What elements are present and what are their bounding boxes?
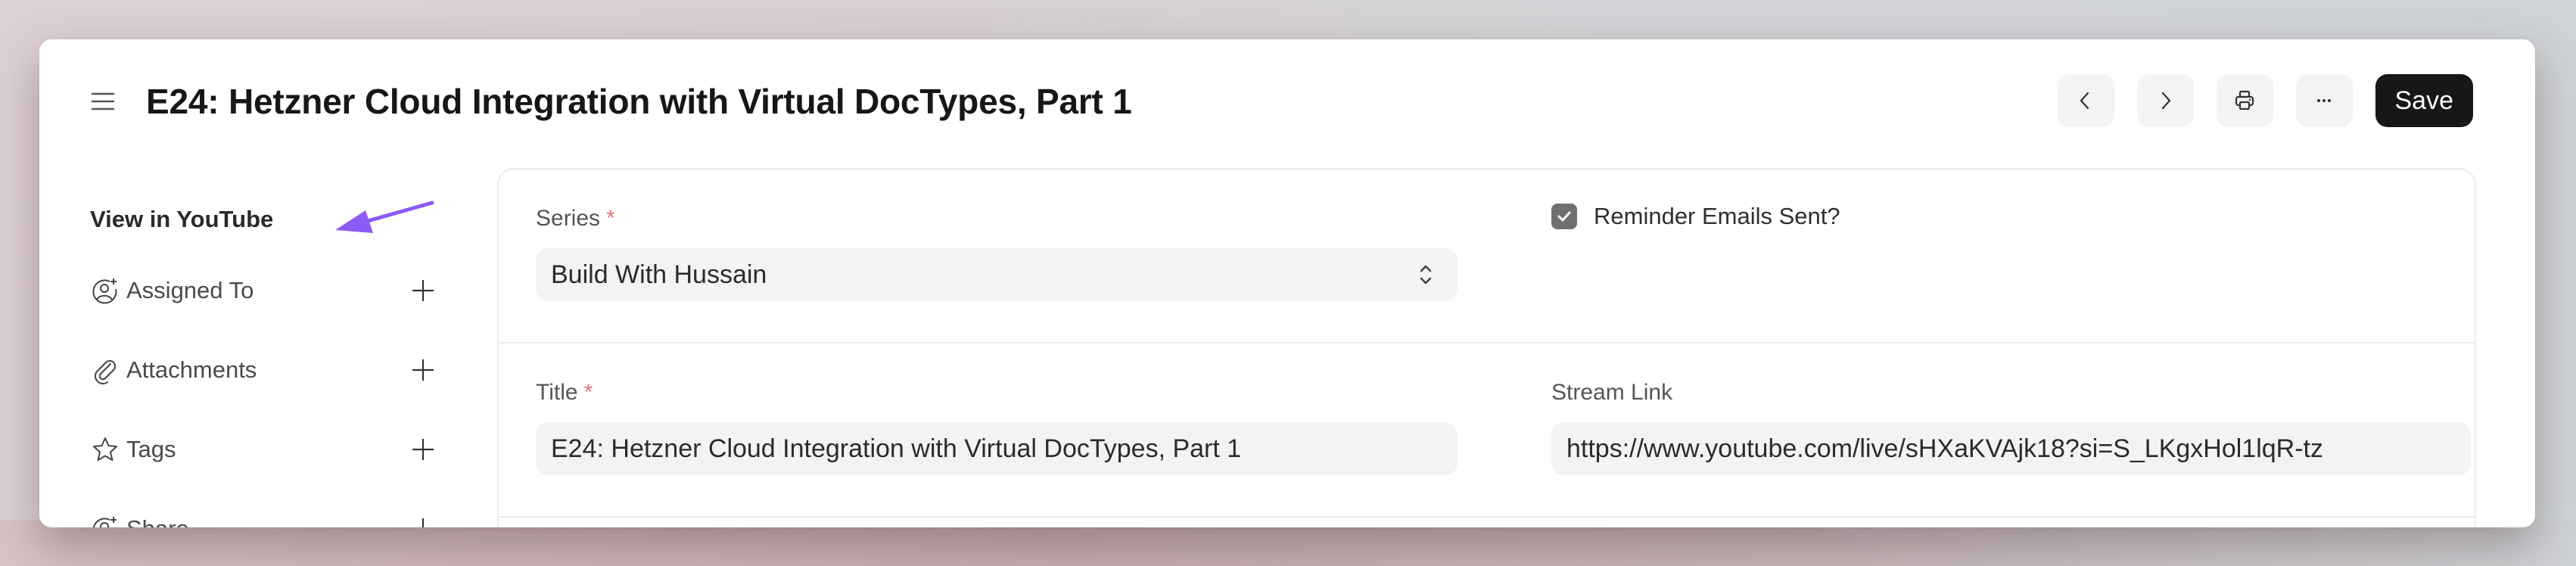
- stream-link-input[interactable]: https://www.youtube.com/live/sHXaKVAjk18…: [1551, 422, 2471, 475]
- title-value: E24: Hetzner Cloud Integration with Virt…: [551, 434, 1242, 463]
- user-add-icon: [92, 517, 117, 527]
- chevron-right-icon: [2161, 92, 2171, 110]
- toolbar: Save: [2057, 74, 2473, 127]
- background: [0, 521, 2576, 566]
- user-add-icon: [92, 278, 117, 304]
- more-button[interactable]: [2295, 74, 2353, 127]
- sidebar-item-label: Tags: [126, 436, 176, 462]
- annotation-arrow-icon: [335, 201, 434, 233]
- sidebar-item-assigned-to[interactable]: Assigned To: [90, 272, 434, 309]
- stream-link-value: https://www.youtube.com/live/sHXaKVAjk18…: [1566, 434, 2323, 463]
- checkmark-icon: [1557, 211, 1571, 222]
- hamburger-icon[interactable]: [89, 88, 117, 115]
- plus-icon[interactable]: [408, 434, 438, 465]
- section-divider: [499, 516, 2475, 518]
- previous-button[interactable]: [2057, 74, 2114, 127]
- select-chevrons-icon: [1420, 265, 1432, 285]
- required-mark: *: [606, 206, 615, 231]
- series-value: Build With Hussain: [551, 260, 767, 289]
- star-icon: [93, 437, 117, 461]
- document-window: E24: Hetzner Cloud Integration with Virt…: [39, 39, 2535, 527]
- series-select[interactable]: Build With Hussain: [536, 248, 1458, 301]
- paperclip-icon: [95, 359, 117, 384]
- chevron-left-icon: [2080, 92, 2089, 110]
- print-button[interactable]: [2216, 74, 2273, 127]
- form-panel: Series * Build With Hussain Reminder Emai…: [497, 168, 2476, 527]
- required-mark: *: [583, 380, 593, 405]
- sidebar-item-share[interactable]: Share: [90, 510, 425, 527]
- reminder-emails-label: Reminder Emails Sent?: [1594, 203, 1840, 229]
- title-input[interactable]: E24: Hetzner Cloud Integration with Virt…: [536, 422, 1458, 475]
- printer-icon: [2235, 90, 2254, 110]
- page-title: E24: Hetzner Cloud Integration with Virt…: [146, 82, 1132, 121]
- plus-icon[interactable]: [408, 514, 438, 527]
- sidebar-item-label: Share: [126, 515, 189, 527]
- view-in-youtube-link[interactable]: View in YouTube: [90, 206, 273, 233]
- sidebar-item-label: Assigned To: [126, 277, 254, 303]
- sidebar-item-attachments[interactable]: Attachments: [90, 351, 434, 389]
- save-button[interactable]: Save: [2375, 74, 2473, 127]
- section-divider: [499, 342, 2475, 344]
- next-button[interactable]: [2136, 74, 2194, 127]
- sidebar-item-tags[interactable]: Tags: [90, 431, 434, 468]
- series-label: Series *: [536, 206, 615, 231]
- reminder-emails-checkbox[interactable]: [1551, 204, 1577, 229]
- plus-icon[interactable]: [408, 275, 438, 306]
- plus-icon[interactable]: [408, 355, 438, 385]
- stream-link-label: Stream Link: [1551, 380, 1673, 405]
- ellipsis-icon: [2317, 99, 2331, 102]
- sidebar-item-label: Attachments: [126, 356, 257, 383]
- title-label: Title *: [536, 380, 593, 405]
